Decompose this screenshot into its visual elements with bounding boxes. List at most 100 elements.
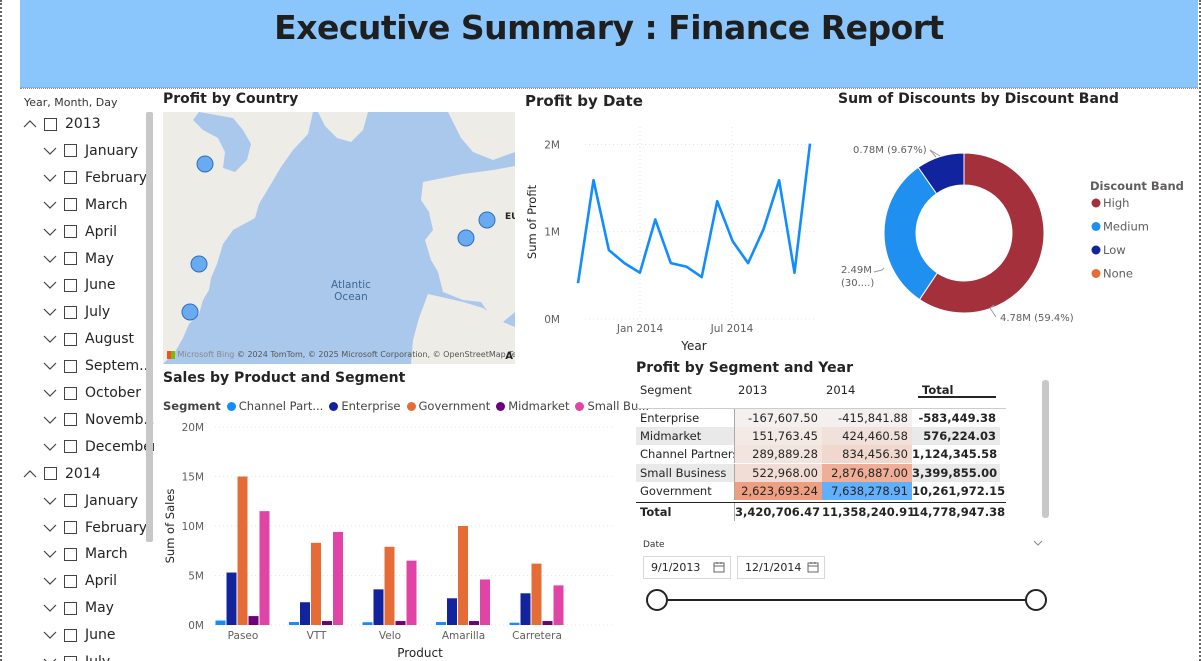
checkbox[interactable] [64,278,77,292]
slicer-month-row[interactable]: June [42,273,116,297]
bar[interactable] [237,476,248,626]
slicer-month-row[interactable]: April [42,220,117,244]
bar[interactable] [384,546,395,625]
slicer-month-row[interactable]: July [42,300,110,324]
checkbox[interactable] [64,198,77,212]
bar[interactable] [469,621,479,625]
bar[interactable] [311,542,321,625]
checkbox[interactable] [64,144,77,158]
bar[interactable] [509,622,520,625]
chevron-down-icon[interactable] [42,251,58,267]
slicer-month-row[interactable]: August [42,327,134,351]
checkbox[interactable] [64,305,77,319]
chevron-up-icon[interactable] [22,116,38,132]
checkbox[interactable] [44,117,57,131]
chevron-down-icon[interactable] [42,197,58,213]
slicer-month-row[interactable]: January [42,489,138,513]
bar[interactable] [395,621,406,625]
chevron-down-icon[interactable] [42,520,58,536]
checkbox[interactable] [64,440,77,454]
slicer-month-row[interactable]: Septem... [42,354,152,378]
map-bubble[interactable] [457,229,475,247]
slicer-month-row[interactable]: October [42,381,141,405]
slicer-month-row[interactable]: June [42,623,116,647]
chevron-down-icon[interactable] [42,573,58,589]
bar[interactable] [480,579,490,625]
bar-legend-item[interactable]: Midmarket [496,399,569,413]
bar[interactable] [373,589,384,625]
calendar-icon[interactable] [807,561,819,573]
slicer-year-row[interactable]: 2014 [22,462,101,486]
slicer-month-row[interactable]: March [42,193,128,217]
chevron-down-icon[interactable] [42,358,58,374]
checkbox[interactable] [64,171,77,185]
bar[interactable] [289,622,299,625]
slicer-month-row[interactable]: March [42,542,128,566]
profit-map[interactable]: Atlantic Ocean EU Microsoft Bing © 2024 … [163,112,515,364]
slicer-month-row[interactable]: December [42,435,154,459]
map-bubble[interactable] [196,155,214,173]
checkbox[interactable] [64,252,77,265]
checkbox[interactable] [64,386,77,400]
bar[interactable] [531,563,542,625]
bar[interactable] [553,585,564,625]
bar[interactable] [436,622,446,625]
bar[interactable] [458,526,468,625]
chevron-down-icon[interactable] [42,600,58,616]
chevron-up-icon[interactable] [22,466,38,482]
checkbox[interactable] [64,574,77,588]
bar[interactable] [215,620,226,625]
checkbox[interactable] [64,359,77,373]
checkbox[interactable] [64,601,77,615]
sales-bar-chart[interactable]: 0M 5M 10M 15M 20M Sum of Sales Product Paseo VTT… [160,414,620,661]
bar[interactable] [300,602,310,625]
slicer-month-row[interactable]: July [42,650,110,661]
bar[interactable] [406,560,417,625]
chevron-down-icon[interactable] [42,412,58,428]
slicer-month-row[interactable]: February [42,516,147,540]
donut-legend-item[interactable]: None [1103,267,1133,281]
slicer-month-row[interactable]: February [42,166,147,190]
chevron-down-icon[interactable] [42,546,58,562]
date-range-end-handle[interactable] [1025,589,1047,611]
map-bubble[interactable] [190,255,208,273]
chevron-down-icon[interactable] [42,439,58,455]
chevron-down-icon[interactable] [42,331,58,347]
chevron-down-icon[interactable] [42,170,58,186]
date-range-start-handle[interactable] [646,589,668,611]
map-bubble[interactable] [478,211,496,229]
slicer-month-row[interactable]: May [42,596,114,620]
chevron-down-icon[interactable] [42,385,58,401]
chevron-down-icon[interactable] [42,627,58,643]
donut-legend-item[interactable]: Medium [1103,220,1149,234]
checkbox[interactable] [64,655,77,661]
bar[interactable] [447,598,457,625]
chevron-down-icon[interactable] [42,493,58,509]
bar-legend-item[interactable]: Channel Part... [226,399,323,413]
slicer-month-row[interactable]: April [42,569,117,593]
checkbox[interactable] [64,628,77,642]
chevron-down-icon[interactable] [1032,538,1044,548]
bar-legend-item[interactable]: Government [406,399,490,413]
bar[interactable] [362,622,373,625]
bar[interactable] [322,621,332,625]
date-range-track[interactable] [657,599,1035,601]
slicer-month-row[interactable]: January [42,139,138,163]
slicer-month-row[interactable]: May [42,247,114,271]
checkbox[interactable] [64,225,77,239]
checkbox[interactable] [64,521,77,534]
checkbox[interactable] [44,467,57,481]
donut-legend-item[interactable]: High [1103,196,1129,210]
donut-slice-medium[interactable] [883,166,939,301]
table-scrollbar[interactable] [1042,380,1049,518]
bar[interactable] [520,593,531,625]
chevron-down-icon[interactable] [42,277,58,293]
discount-donut-chart[interactable]: 4.78M (59.4%) 2.49M (30....) 0.78M (9.67%) D… [830,110,1190,340]
bar[interactable] [333,531,343,625]
slicer-scrollbar[interactable] [146,112,153,542]
chevron-down-icon[interactable] [42,224,58,240]
checkbox[interactable] [64,332,77,346]
chevron-down-icon[interactable] [42,654,58,661]
bar[interactable] [226,572,237,625]
checkbox[interactable] [64,547,77,561]
